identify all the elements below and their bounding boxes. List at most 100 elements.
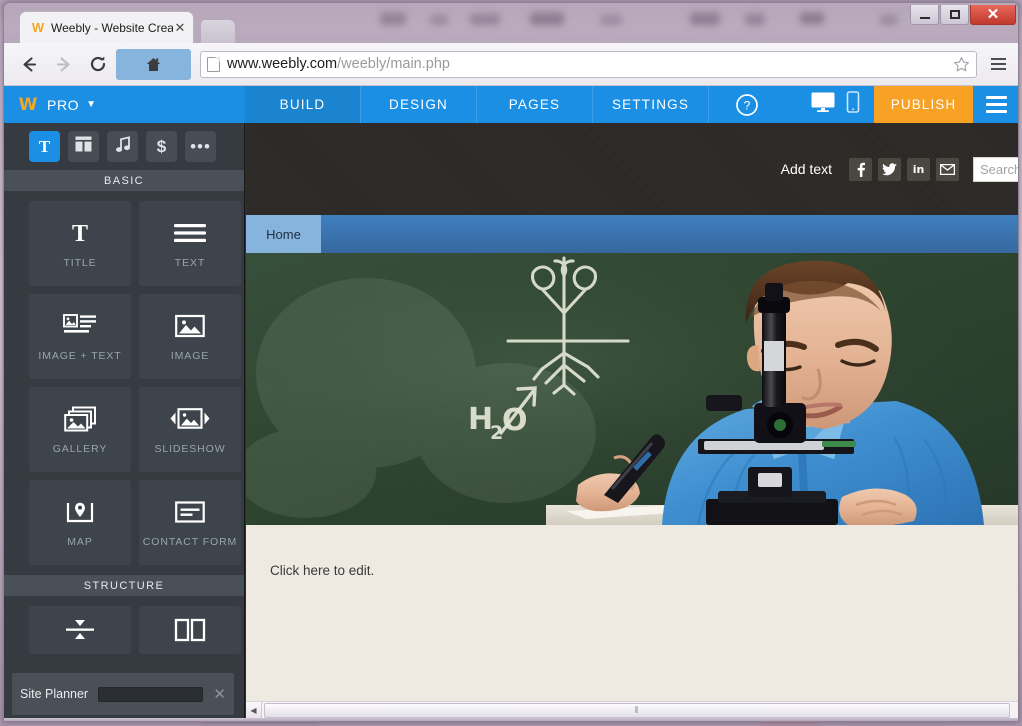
category-text-button[interactable]: T (29, 131, 60, 162)
element-label: TITLE (63, 256, 97, 269)
tab-settings[interactable]: SETTINGS (593, 86, 709, 123)
browser-tab[interactable]: W Weebly - Website Creation ✕ (19, 11, 194, 43)
tab-pages[interactable]: PAGES (477, 86, 593, 123)
facebook-icon[interactable] (849, 157, 872, 181)
layout-grid-icon (75, 136, 92, 157)
brand-menu[interactable]: W PRO ▼ (4, 86, 245, 123)
two-columns-icon (174, 615, 206, 645)
music-note-icon (115, 135, 131, 158)
element-tile-image-text[interactable]: IMAGE + TEXT (29, 294, 131, 379)
site-planner-close-icon[interactable]: ✕ (213, 685, 226, 703)
structure-elements-grid (4, 596, 244, 654)
browser-tab-title: Weebly - Website Creation (51, 20, 173, 35)
svg-text:T: T (72, 221, 88, 245)
chevron-down-icon: ▼ (86, 99, 97, 110)
element-label: IMAGE (170, 349, 210, 362)
element-tile-map[interactable]: MAP (29, 480, 131, 565)
element-tile-image[interactable]: IMAGE (139, 294, 241, 379)
twitter-icon[interactable] (878, 157, 901, 181)
divider-icon (63, 615, 97, 645)
window-controls: ✕ (909, 4, 1016, 26)
map-pin-icon (65, 497, 95, 527)
slideshow-icon (170, 404, 210, 434)
scrollbar-thumb[interactable]: ⦀ (264, 702, 1010, 718)
canvas-horizontal-scrollbar[interactable]: ◀ ⦀ (246, 701, 1018, 719)
element-label: IMAGE + TEXT (38, 349, 122, 362)
browser-menu-icon[interactable] (985, 51, 1011, 77)
section-header-structure: STRUCTURE (4, 575, 244, 596)
scrollbar-track[interactable]: ⦀ (262, 701, 1018, 719)
element-label: SLIDESHOW (154, 442, 226, 455)
device-preview-group (810, 91, 860, 118)
hamburger-line (986, 96, 1007, 99)
add-text-placeholder[interactable]: Add text (781, 161, 832, 177)
image-icon (175, 311, 205, 341)
element-tile-text[interactable]: TEXT (139, 201, 241, 286)
window-close-button[interactable]: ✕ (970, 5, 1016, 25)
weebly-favicon-icon: W (31, 20, 44, 35)
site-search-input[interactable]: Search (973, 156, 1018, 182)
site-header: Add text in Search (246, 123, 1018, 215)
elements-sidebar: T $ ••• BASIC T TITLE TEXT IMAGE + TEXT … (4, 123, 245, 721)
minimize-icon (919, 16, 930, 19)
tab-design[interactable]: DESIGN (361, 86, 477, 123)
content-placeholder-text[interactable]: Click here to edit. (270, 563, 1018, 578)
contact-form-icon (175, 497, 205, 527)
site-preview-canvas: Add text in Search Home H 2 O Click here… (246, 123, 1018, 701)
site-nav-item-home[interactable]: Home (246, 215, 321, 253)
page-document-icon (207, 56, 220, 72)
element-tile-two-columns[interactable] (139, 606, 241, 654)
tab-close-icon[interactable]: ✕ (173, 21, 187, 34)
email-icon[interactable] (936, 157, 959, 181)
linkedin-icon[interactable]: in (907, 157, 930, 181)
plan-label: PRO (47, 96, 80, 113)
category-commerce-button[interactable]: $ (146, 131, 177, 162)
help-icon[interactable]: ? (724, 93, 770, 117)
element-tile-divider[interactable] (29, 606, 131, 654)
publish-button[interactable]: PUBLISH (874, 86, 973, 123)
scroll-left-arrow-icon[interactable]: ◀ (246, 701, 262, 719)
menu-line (990, 63, 1006, 65)
element-tile-contact-form[interactable]: CONTACT FORM (139, 480, 241, 565)
hamburger-line (986, 103, 1007, 106)
menu-line (990, 68, 1006, 70)
mobile-preview-icon[interactable] (846, 91, 860, 118)
tab-build[interactable]: BUILD (245, 86, 361, 123)
browser-window: W Weebly - Website Creation ✕ ✕ (3, 2, 1019, 722)
site-planner-bar[interactable]: Site Planner ✕ (12, 673, 234, 715)
element-tile-gallery[interactable]: GALLERY (29, 387, 131, 472)
basic-elements-grid: T TITLE TEXT IMAGE + TEXT IMAGE GALLERY … (4, 191, 244, 565)
weebly-editor: W PRO ▼ BUILD DESIGN PAGES SETTINGS ? PU… (4, 86, 1018, 721)
window-maximize-button[interactable] (940, 5, 969, 25)
close-icon: ✕ (986, 6, 1000, 23)
text-lines-icon (173, 218, 207, 248)
home-icon[interactable] (116, 48, 191, 80)
desktop-preview-icon[interactable] (810, 91, 836, 118)
title-icon: T (67, 218, 93, 248)
element-label: CONTACT FORM (142, 535, 238, 548)
element-label: GALLERY (52, 442, 108, 455)
hero-image[interactable]: H 2 O (246, 253, 1018, 525)
back-arrow-icon[interactable] (14, 49, 45, 80)
bookmark-star-icon[interactable] (952, 55, 970, 73)
element-label: MAP (67, 535, 93, 548)
app-menu-hamburger-icon[interactable] (973, 86, 1018, 123)
site-navigation-bar: Home (246, 215, 1018, 253)
address-bar[interactable]: www.weebly.com/weebly/main.php (200, 50, 977, 78)
window-bottom-edge (4, 718, 1018, 721)
category-more-button[interactable]: ••• (185, 131, 216, 162)
forward-arrow-icon (48, 49, 79, 80)
page-content-area[interactable]: Click here to edit. (246, 525, 1018, 701)
element-tile-title[interactable]: T TITLE (29, 201, 131, 286)
address-bar-url: www.weebly.com/weebly/main.php (227, 56, 952, 72)
site-planner-label: Site Planner (20, 687, 89, 701)
category-layout-button[interactable] (68, 131, 99, 162)
window-minimize-button[interactable] (910, 5, 939, 25)
category-media-button[interactable] (107, 131, 138, 162)
element-tile-slideshow[interactable]: SLIDESHOW (139, 387, 241, 472)
reload-icon[interactable] (82, 49, 113, 80)
image-text-icon (63, 311, 97, 341)
browser-navigation-toolbar: www.weebly.com/weebly/main.php (4, 43, 1018, 86)
maximize-icon (949, 10, 960, 19)
new-tab-button[interactable] (200, 19, 236, 43)
